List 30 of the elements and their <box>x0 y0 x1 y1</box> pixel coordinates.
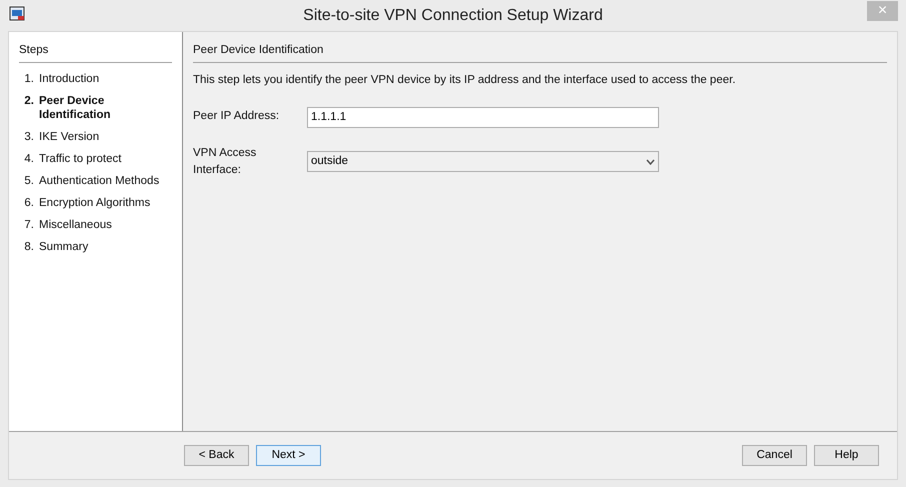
wizard-button[interactable]: Next > <box>256 445 321 466</box>
step-number: 1. <box>23 72 35 86</box>
step-number: 5. <box>23 174 35 188</box>
wizard-button[interactable]: Help <box>814 445 879 466</box>
interface-dropdown[interactable]: outside <box>307 151 659 172</box>
step-label[interactable]: Miscellaneous <box>39 218 112 232</box>
wizard-button[interactable]: < Back <box>184 445 249 466</box>
step-label[interactable]: Traffic to protect <box>39 152 122 166</box>
caret-icon <box>646 158 655 165</box>
step-label[interactable]: IKE Version <box>39 130 100 144</box>
step-number: 3. <box>23 130 35 144</box>
app-icon <box>9 6 26 21</box>
window-title: Site-to-site VPN Connection Setup Wizard <box>303 6 603 26</box>
step-label[interactable]: Summary <box>39 240 88 254</box>
step-number: 8. <box>23 240 35 254</box>
step-label[interactable]: Encryption Algorithms <box>39 196 150 210</box>
description-text: This step lets you identify the peer VPN device by its IP address and the interface used to access the peer. <box>193 73 737 88</box>
ip-address-field[interactable]: 1.1.1.1 <box>307 106 659 128</box>
step-label[interactable]: Authentication Methods <box>39 174 160 188</box>
step-label[interactable]: Peer Device Identification <box>39 94 172 122</box>
step-number: 2. <box>23 94 35 110</box>
wizard-button[interactable]: Cancel <box>742 445 807 466</box>
section-heading: Peer Device Identification <box>193 42 887 64</box>
field-label: VPN Access Interface: <box>193 146 258 178</box>
step-label[interactable]: Introduction <box>39 72 100 86</box>
step-number: 4. <box>23 152 35 166</box>
step-number: 7. <box>23 218 35 232</box>
panel-heading: Steps <box>19 42 172 64</box>
step-number: 6. <box>23 196 35 210</box>
field-label: Peer IP Address: <box>193 109 280 124</box>
